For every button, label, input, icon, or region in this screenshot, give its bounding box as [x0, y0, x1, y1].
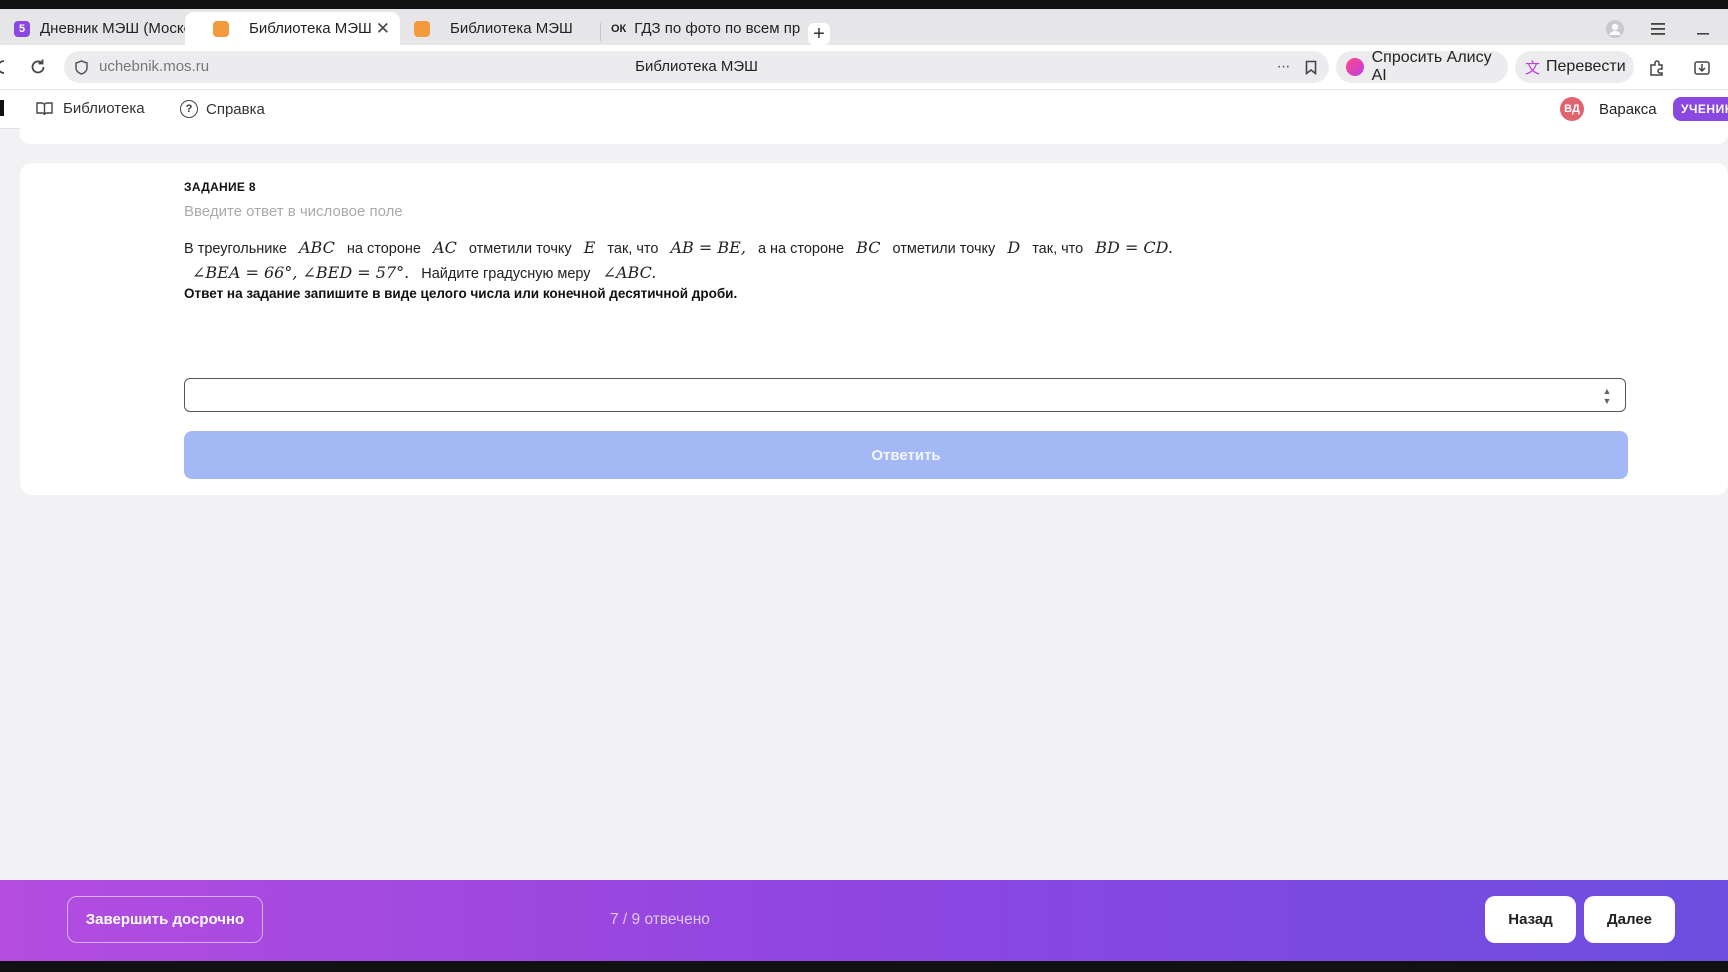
- task-number: ЗАДАНИЕ 8: [184, 180, 256, 194]
- finish-early-button[interactable]: Завершить досрочно: [67, 896, 263, 943]
- math-bd-cd: BD = CD.: [1095, 238, 1174, 257]
- ask-alice-button[interactable]: Спросить Алису AI: [1336, 49, 1508, 84]
- downloads-icon[interactable]: [1692, 58, 1712, 78]
- page-title: Библиотека МЭШ: [635, 58, 758, 75]
- screen-bottom-edge: [0, 961, 1728, 972]
- math-bc: BC: [856, 238, 881, 257]
- nav-library-label: Библиотека: [63, 100, 145, 117]
- menu-icon[interactable]: [1648, 18, 1670, 40]
- tab-gdz[interactable]: ОК ГДЗ по фото по всем пред: [605, 12, 800, 45]
- translate-icon: 文: [1525, 59, 1541, 77]
- tab-separator: [600, 23, 601, 41]
- role-badge: УЧЕНИК: [1673, 97, 1728, 121]
- tab-label: Дневник МЭШ (Московск: [40, 20, 185, 37]
- math-angles: ∠BEA = 66°, ∠BED = 57°.: [192, 263, 410, 282]
- nav-help[interactable]: ? Справка: [180, 100, 265, 118]
- omnibox[interactable]: uchebnik.mos.ru Библиотека МЭШ ···: [64, 51, 1329, 83]
- alice-icon: [1346, 58, 1364, 76]
- tab-label: Библиотека МЭШ: [249, 20, 372, 37]
- answer-input[interactable]: [184, 378, 1626, 412]
- math-ac: AC: [433, 238, 457, 257]
- task-note: Ответ на задание запишите в виде целого …: [184, 286, 738, 301]
- number-spinner-icon[interactable]: ▲ ▼: [1600, 386, 1614, 408]
- book-icon: [36, 101, 53, 116]
- screen-top-edge: [0, 0, 1728, 9]
- task-text-part: так, что: [1032, 241, 1084, 257]
- more-icon[interactable]: ···: [1274, 58, 1292, 75]
- bookmark-icon[interactable]: [1304, 59, 1318, 75]
- task-text-part: отметили точку: [892, 241, 996, 257]
- close-tab-icon[interactable]: ✕: [376, 19, 390, 39]
- dnevnik-favicon-icon: 5: [14, 20, 30, 37]
- new-tab-button[interactable]: +: [808, 23, 830, 45]
- library-favicon-icon: [213, 20, 229, 37]
- next-button[interactable]: Далее: [1584, 896, 1675, 943]
- nav-help-label: Справка: [206, 100, 265, 118]
- extensions-icon[interactable]: [1647, 58, 1667, 78]
- reload-icon[interactable]: [28, 57, 48, 77]
- tab-library[interactable]: Библиотека МЭШ: [400, 12, 590, 45]
- math-ab-be: AB = BE,: [670, 238, 746, 257]
- task-hint: Введите ответ в числовое поле: [184, 203, 403, 220]
- progress-text: 7 / 9 отвечено: [610, 911, 710, 928]
- browser-tab-bar: 5 Дневник МЭШ (Московск Библиотека МЭШ ✕…: [0, 9, 1728, 45]
- task-text-part: а на стороне: [757, 241, 845, 257]
- task-text-part: Найдите градусную меру: [421, 266, 591, 282]
- tab-label: ГДЗ по фото по всем пред: [634, 20, 800, 37]
- profile-icon[interactable]: [1604, 18, 1626, 40]
- task-text-part: В треугольнике: [184, 241, 287, 257]
- task-card: ЗАДАНИЕ 8 Введите ответ в числовое поле …: [20, 163, 1728, 495]
- ask-alice-label: Спросить Алису AI: [1371, 49, 1492, 84]
- user-name[interactable]: Варакса: [1599, 101, 1657, 118]
- math-abc: ABC: [299, 238, 335, 257]
- task-text: В треугольнике ABC на стороне AC отметил…: [184, 236, 1484, 286]
- math-d: D: [1007, 238, 1021, 257]
- task-text-part: отметили точку: [468, 241, 572, 257]
- ok-favicon-icon: ОК: [611, 22, 627, 35]
- nav-library[interactable]: Библиотека: [36, 100, 145, 117]
- site-nav: Библиотека ? Справка ВД Варакса УЧЕНИК: [0, 90, 1728, 129]
- avatar[interactable]: ВД: [1560, 97, 1584, 121]
- library-favicon-icon: [414, 20, 430, 37]
- back-button[interactable]: Назад: [1485, 896, 1576, 943]
- task-text-part: на стороне: [346, 241, 421, 257]
- address-bar-row: uchebnik.mos.ru Библиотека МЭШ ··· Спрос…: [0, 45, 1728, 90]
- back-icon[interactable]: [0, 59, 8, 75]
- help-icon: ?: [180, 100, 198, 118]
- math-e: E: [583, 238, 596, 257]
- task-text-part: так, что: [607, 241, 659, 257]
- translate-button[interactable]: 文 Перевести: [1515, 51, 1634, 83]
- minimize-icon[interactable]: [1692, 18, 1714, 40]
- tab-library-active[interactable]: Библиотека МЭШ ✕: [185, 12, 400, 45]
- tab-label: Библиотека МЭШ: [450, 20, 573, 37]
- previous-card-edge: [20, 128, 1728, 144]
- logo-fragment: [0, 100, 4, 116]
- tab-dnevnik[interactable]: 5 Дневник МЭШ (Московск: [0, 12, 185, 45]
- test-footer: Завершить досрочно 7 / 9 отвечено Назад …: [0, 880, 1728, 961]
- math-angle-abc: ∠ABC.: [602, 263, 657, 282]
- submit-answer-button[interactable]: Ответить: [184, 431, 1628, 479]
- translate-label: Перевести: [1546, 58, 1626, 75]
